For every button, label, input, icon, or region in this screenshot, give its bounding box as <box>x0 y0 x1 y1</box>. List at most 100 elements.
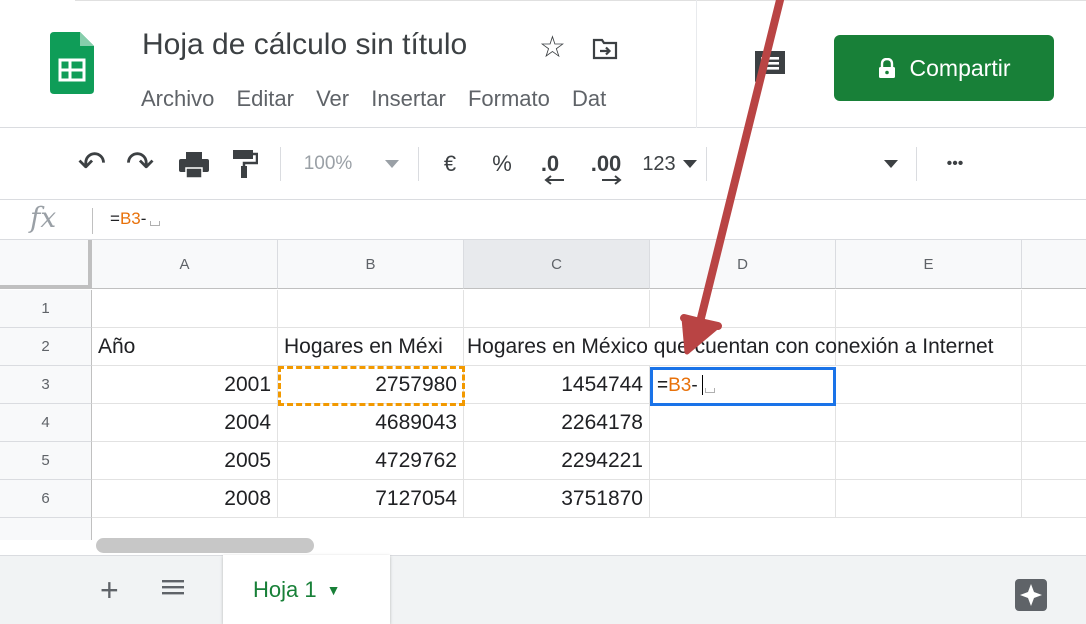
active-cell-d3-editor[interactable]: =B3- <box>650 367 836 406</box>
cell-b2[interactable]: Hogares en Méxi <box>278 328 464 366</box>
cell-a5[interactable]: 2005 <box>92 442 278 480</box>
top-border <box>75 0 1086 6</box>
more-formats-button[interactable]: 123 <box>636 129 682 199</box>
print-icon[interactable] <box>178 151 210 179</box>
cell-e1[interactable] <box>836 290 1022 328</box>
lock-icon <box>878 58 895 78</box>
cell-b5[interactable]: 4729762 <box>278 442 464 480</box>
space-marker <box>150 221 161 226</box>
formula-divider <box>92 208 93 234</box>
increase-decimal-button[interactable]: .00 <box>580 129 632 199</box>
space-marker <box>704 388 715 393</box>
formula-input[interactable]: =B3- <box>110 209 161 229</box>
formula-prefix: = <box>110 209 120 228</box>
cell-f4[interactable] <box>1022 404 1086 442</box>
share-label: Compartir <box>909 54 1011 81</box>
add-sheet-button[interactable]: + <box>100 574 119 606</box>
cell-c1[interactable] <box>464 290 650 328</box>
undo-icon[interactable]: ↶ <box>70 129 114 199</box>
toolbar-divider <box>418 147 419 181</box>
cell-a1[interactable] <box>92 290 278 328</box>
currency-format-button[interactable]: € <box>433 129 467 199</box>
formula-reference: B3 <box>119 209 141 228</box>
cell-d4[interactable] <box>650 404 836 442</box>
cell-f6[interactable] <box>1022 480 1086 518</box>
menu-insertar[interactable]: Insertar <box>371 86 446 111</box>
percent-format-button[interactable]: % <box>485 129 519 199</box>
row-header-4[interactable]: 4 <box>0 404 92 442</box>
cell-d6[interactable] <box>650 480 836 518</box>
sheet-tab-label: Hoja 1 <box>253 576 317 602</box>
column-header-a[interactable]: A <box>92 240 278 289</box>
redo-icon[interactable]: ↷ <box>118 129 162 199</box>
sheets-logo-icon[interactable] <box>50 32 94 94</box>
cell-f2[interactable] <box>1022 328 1086 366</box>
star-icon[interactable]: ☆ <box>539 30 566 65</box>
row-header-2[interactable]: 2 <box>0 328 92 366</box>
sheet-tab-hoja-1[interactable]: Hoja 1 ▼ <box>223 555 390 624</box>
font-dropdown-icon[interactable] <box>884 160 898 169</box>
cell-b1[interactable] <box>278 290 464 328</box>
row-header-1[interactable]: 1 <box>0 290 92 328</box>
column-header-e[interactable]: E <box>836 240 1022 289</box>
decrease-decimal-button[interactable]: .0 <box>530 129 570 199</box>
cell-b6[interactable]: 7127054 <box>278 480 464 518</box>
move-to-folder-icon[interactable] <box>592 38 618 60</box>
menu-archivo[interactable]: Archivo <box>141 86 214 111</box>
cell-e3[interactable] <box>836 366 1022 404</box>
menu-editar[interactable]: Editar <box>236 86 293 111</box>
cell-e4[interactable] <box>836 404 1022 442</box>
zoom-select[interactable]: 100% <box>298 129 358 199</box>
cell-e5[interactable] <box>836 442 1022 480</box>
share-button[interactable]: Compartir <box>834 35 1054 101</box>
cell-d5[interactable] <box>650 442 836 480</box>
referenced-cell-highlight <box>278 366 465 406</box>
cell-f1[interactable] <box>1022 290 1086 328</box>
sheet-tab-dropdown-icon[interactable]: ▼ <box>327 582 341 598</box>
row-header-3[interactable]: 3 <box>0 366 92 404</box>
document-title[interactable]: Hoja de cálculo sin título <box>142 28 467 62</box>
zoom-dropdown-icon[interactable] <box>385 160 399 169</box>
menu-bar: Archivo Editar Ver Insertar Formato Dat <box>141 86 701 112</box>
cell-c3[interactable]: 1454744 <box>464 366 650 404</box>
active-cell-reference: B3 <box>668 375 692 396</box>
spreadsheet-grid[interactable]: A B C D E 1 2 3 4 5 6 Año Hogares en Méx… <box>0 240 1086 540</box>
select-all-corner[interactable] <box>0 240 92 289</box>
row-header-5[interactable]: 5 <box>0 442 92 480</box>
cell-c6[interactable]: 3751870 <box>464 480 650 518</box>
increase-decimal-arrow-icon <box>602 175 622 185</box>
decrease-decimal-arrow-icon <box>544 175 564 185</box>
row-header-7[interactable] <box>0 518 92 540</box>
menu-formato[interactable]: Formato <box>468 86 550 111</box>
cell-c4[interactable]: 2264178 <box>464 404 650 442</box>
cell-a2[interactable]: Año <box>92 328 278 366</box>
cell-a3[interactable]: 2001 <box>92 366 278 404</box>
horizontal-scrollbar[interactable] <box>96 538 314 553</box>
cell-d1[interactable] <box>650 290 836 328</box>
more-formats-dropdown-icon[interactable] <box>683 160 697 169</box>
cell-a4[interactable]: 2004 <box>92 404 278 442</box>
cell-a6[interactable]: 2008 <box>92 480 278 518</box>
column-header-f[interactable] <box>1022 240 1086 289</box>
cell-f5[interactable] <box>1022 442 1086 480</box>
more-options-icon[interactable]: ••• <box>930 129 980 199</box>
column-header-b[interactable]: B <box>278 240 464 289</box>
menu-ver[interactable]: Ver <box>316 86 349 111</box>
cell-c2[interactable]: Hogares en México que cuentan con conexi… <box>464 328 994 366</box>
cell-e6[interactable] <box>836 480 1022 518</box>
row-header-6[interactable]: 6 <box>0 480 92 518</box>
explore-icon[interactable] <box>1014 578 1048 612</box>
column-header-d[interactable]: D <box>650 240 836 289</box>
cell-f3[interactable] <box>1022 366 1086 404</box>
paint-format-icon[interactable] <box>232 149 258 179</box>
comment-history-icon[interactable] <box>752 48 788 84</box>
active-cell-prefix: = <box>657 375 669 396</box>
cell-c5[interactable]: 2294221 <box>464 442 650 480</box>
formula-suffix: - <box>140 209 147 228</box>
all-sheets-menu-icon[interactable] <box>162 578 184 598</box>
menu-datos[interactable]: Dat <box>572 86 606 111</box>
column-header-c[interactable]: C <box>464 240 650 289</box>
active-cell-suffix: - <box>691 375 698 396</box>
cell-b4[interactable]: 4689043 <box>278 404 464 442</box>
toolbar-divider <box>916 147 917 181</box>
